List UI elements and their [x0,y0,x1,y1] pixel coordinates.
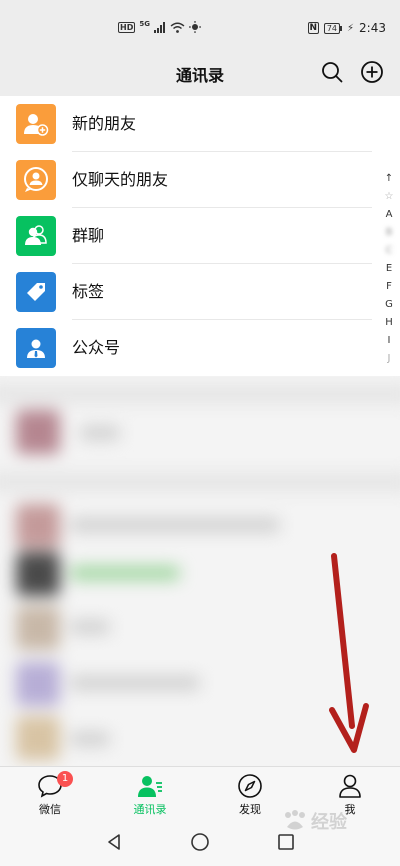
chat-only-friend-icon [16,160,56,200]
top-bar: 通讯录 [0,40,400,96]
list-item-chat-only-friends[interactable]: 仅聊天的朋友 [0,152,400,208]
index-i[interactable]: I [382,332,396,350]
compass-icon [238,774,262,798]
search-icon[interactable] [320,60,344,84]
list-item-label: 新的朋友 [72,114,137,133]
tab-label: 微信 [39,803,61,816]
list-item-label: 标签 [72,282,105,301]
list-item-tags[interactable]: 标签 [0,264,400,320]
nfc-icon: N [307,22,319,34]
index-a[interactable]: A [382,206,396,224]
index-hidden: C [385,245,393,256]
index-j[interactable]: J [382,350,396,368]
index-star[interactable]: ☆ [382,188,396,206]
list-item-label: 仅聊天的朋友 [72,170,169,189]
status-icons: HD 5G [118,20,201,34]
index-f[interactable]: F [382,278,396,296]
person-icon [339,774,361,798]
index-h[interactable]: H [382,314,396,332]
alphabet-index-bar[interactable]: ↑ ☆ A B C E F G H I J [382,170,396,368]
unread-badge: 1 [57,771,73,787]
add-circle-icon[interactable] [360,60,384,84]
index-g[interactable]: G [382,296,396,314]
red-arrow-annotation [329,553,369,753]
group-chat-icon [16,216,56,256]
tab-label: 通讯录 [133,803,167,816]
list-item-label: 群聊 [72,226,105,245]
tag-icon [16,272,56,312]
watermark-text: 经验 [311,812,347,833]
signal-icon [153,21,165,33]
list-item-group-chats[interactable]: 群聊 [0,208,400,264]
status-right: N 74 ⚡ 2:43 [307,21,386,35]
back-icon[interactable] [104,832,124,852]
hd-badge: HD [118,21,136,33]
battery-tip [340,25,343,31]
official-account-icon [16,328,56,368]
contacts-function-list: 新的朋友 仅聊天的朋友 群聊 标签 公众号 [0,96,400,376]
battery-level: 74 [323,22,341,34]
paw-logo-icon [285,810,305,830]
tab-contacts[interactable]: 通讯录 [100,767,200,821]
wifi-icon [170,22,185,33]
new-friend-icon [16,104,56,144]
list-item-label: 公众号 [72,338,121,357]
watermark: 经验 [282,808,347,834]
network-type: 5G [139,20,150,28]
contacts-icon [138,776,162,797]
home-icon[interactable] [190,832,210,852]
index-e[interactable]: E [382,260,396,278]
tab-chats[interactable]: 1 微信 [0,767,100,821]
battery-icon: 74 [323,22,343,34]
eye-comfort-icon [188,21,201,33]
status-bar: HD 5G N 74 ⚡ 2:43 [0,0,400,40]
charging-icon: ⚡ [347,22,355,34]
index-up[interactable]: ↑ [382,170,396,188]
list-item-official-accounts[interactable]: 公众号 [0,320,400,376]
clock: 2:43 [359,21,386,35]
index-hidden: B [385,227,393,238]
list-item-new-friends[interactable]: 新的朋友 [0,96,400,152]
recent-apps-icon[interactable] [276,832,296,852]
